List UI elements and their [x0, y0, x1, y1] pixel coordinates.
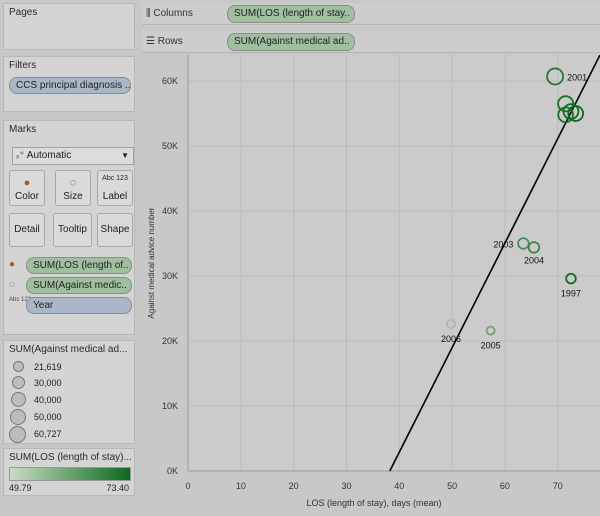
- size-button[interactable]: ◌ Size: [55, 170, 91, 206]
- size-legend-value: 50,000: [34, 412, 62, 422]
- size-circle: [11, 392, 26, 407]
- label-button[interactable]: Abc 123 Label: [97, 170, 133, 206]
- automatic-mark-icon: ₓ⁺: [16, 150, 27, 161]
- mark-type-value: Automatic: [26, 150, 72, 161]
- x-tick-label: 60: [500, 481, 510, 491]
- color-button[interactable]: ● Color: [9, 170, 45, 206]
- x-tick-label: 50: [447, 481, 457, 491]
- size-mark-icon: ◌: [9, 279, 15, 290]
- left-sidebar: Pages Filters CCS principal diagnosis ..…: [0, 0, 138, 513]
- color-legend-min: 49.79: [9, 483, 32, 493]
- rows-shelf[interactable]: ☰ Rows SUM(Against medical ad..: [142, 31, 600, 53]
- x-axis-title: LOS (length of stay), days (mean): [306, 498, 441, 508]
- size-legend-value: 60,727: [34, 429, 62, 439]
- color-palette-icon: ●: [23, 177, 31, 189]
- pages-card[interactable]: Pages: [3, 3, 135, 50]
- filters-title: Filters: [9, 60, 37, 71]
- size-legend-value: 30,000: [34, 378, 62, 388]
- x-tick-label: 40: [394, 481, 404, 491]
- color-mark-icon: ●: [9, 259, 16, 270]
- rows-label-text: Rows: [157, 36, 183, 47]
- color-legend-max: 73.40: [106, 483, 129, 493]
- x-tick-label: 10: [236, 481, 246, 491]
- y-tick-label: 40K: [162, 206, 178, 216]
- size-mark-pill[interactable]: SUM(Against medic..: [26, 277, 132, 294]
- x-tick-label: 30: [341, 481, 351, 491]
- shape-button[interactable]: Shape: [97, 213, 133, 247]
- columns-label: ⫼ Columns: [146, 8, 193, 19]
- y-axis-title: Against medical advice number: [147, 207, 156, 319]
- point-label: 2003: [493, 240, 513, 250]
- scatter-plot-area[interactable]: 0 10 20 30 40 50 60 70 0K 10K 20K 30K 40K 50K 60K LOS (…: [142, 54, 600, 513]
- tooltip-button-label: Tooltip: [58, 224, 87, 235]
- pages-title: Pages: [9, 7, 38, 18]
- color-gradient-bar: [9, 467, 131, 481]
- rows-pill[interactable]: SUM(Against medical ad..: [227, 33, 355, 51]
- label-mark-pill[interactable]: Year: [26, 297, 132, 314]
- size-circle: [10, 409, 26, 425]
- size-circle: [13, 361, 24, 372]
- marks-title: Marks: [9, 124, 37, 135]
- size-legend-title: SUM(Against medical ad...: [9, 344, 128, 355]
- x-tick-label: 20: [289, 481, 299, 491]
- point-label: 2005: [481, 341, 501, 351]
- size-legend: SUM(Against medical ad... 21,619 30,000 …: [3, 340, 135, 444]
- rows-label: ☰ Rows: [146, 36, 183, 47]
- columns-label-text: Columns: [153, 8, 193, 19]
- x-tick-label: 70: [553, 481, 563, 491]
- mark-type-dropdown[interactable]: ₓ⁺ Automatic ▼: [12, 147, 134, 165]
- y-tick-label: 20K: [162, 336, 178, 346]
- color-legend-title: SUM(LOS (length of stay)...: [9, 452, 132, 463]
- chevron-down-icon: ▼: [121, 151, 129, 160]
- size-circle: [12, 376, 25, 389]
- y-tick-label: 50K: [162, 141, 178, 151]
- color-legend: SUM(LOS (length of stay)... 49.79 73.40: [3, 448, 135, 496]
- point-label: 2006: [441, 334, 461, 344]
- label-button-label: Label: [102, 191, 128, 202]
- detail-button-label: Detail: [14, 224, 40, 235]
- shape-button-label: Shape: [100, 224, 130, 235]
- detail-button[interactable]: Detail: [9, 213, 45, 247]
- filters-card[interactable]: Filters CCS principal diagnosis ..: [3, 56, 135, 112]
- x-tick-label: 0: [185, 481, 190, 491]
- color-button-label: Color: [15, 191, 39, 202]
- rows-icon: ☰: [146, 36, 158, 47]
- size-legend-value: 21,619: [34, 362, 62, 372]
- tooltip-button[interactable]: Tooltip: [53, 213, 92, 247]
- size-legend-value: 40,000: [34, 395, 62, 405]
- scatter-chart: 0 10 20 30 40 50 60 70 0K 10K 20K 30K 40K 50K 60K LOS (…: [147, 54, 600, 508]
- marks-card: Marks ₓ⁺ Automatic ▼ ● Color ◌ Size Abc …: [3, 120, 135, 335]
- size-icon: ◌: [69, 177, 77, 189]
- point-label: 2001: [567, 72, 587, 82]
- y-tick-label: 30K: [162, 271, 178, 281]
- columns-shelf[interactable]: ⫼ Columns SUM(LOS (length of stay..: [142, 3, 600, 25]
- size-button-label: Size: [63, 191, 83, 202]
- size-circle: [9, 426, 26, 443]
- filter-pill[interactable]: CCS principal diagnosis ..: [9, 77, 131, 94]
- y-tick-label: 60K: [162, 76, 178, 86]
- y-tick-label: 0K: [167, 466, 178, 476]
- columns-pill[interactable]: SUM(LOS (length of stay..: [227, 5, 355, 23]
- point-label: 1997: [561, 289, 581, 299]
- color-mark-pill[interactable]: SUM(LOS (length of..: [26, 257, 132, 274]
- label-icon: Abc 123: [102, 175, 128, 182]
- point-label: 2004: [524, 255, 544, 265]
- y-tick-label: 10K: [162, 401, 178, 411]
